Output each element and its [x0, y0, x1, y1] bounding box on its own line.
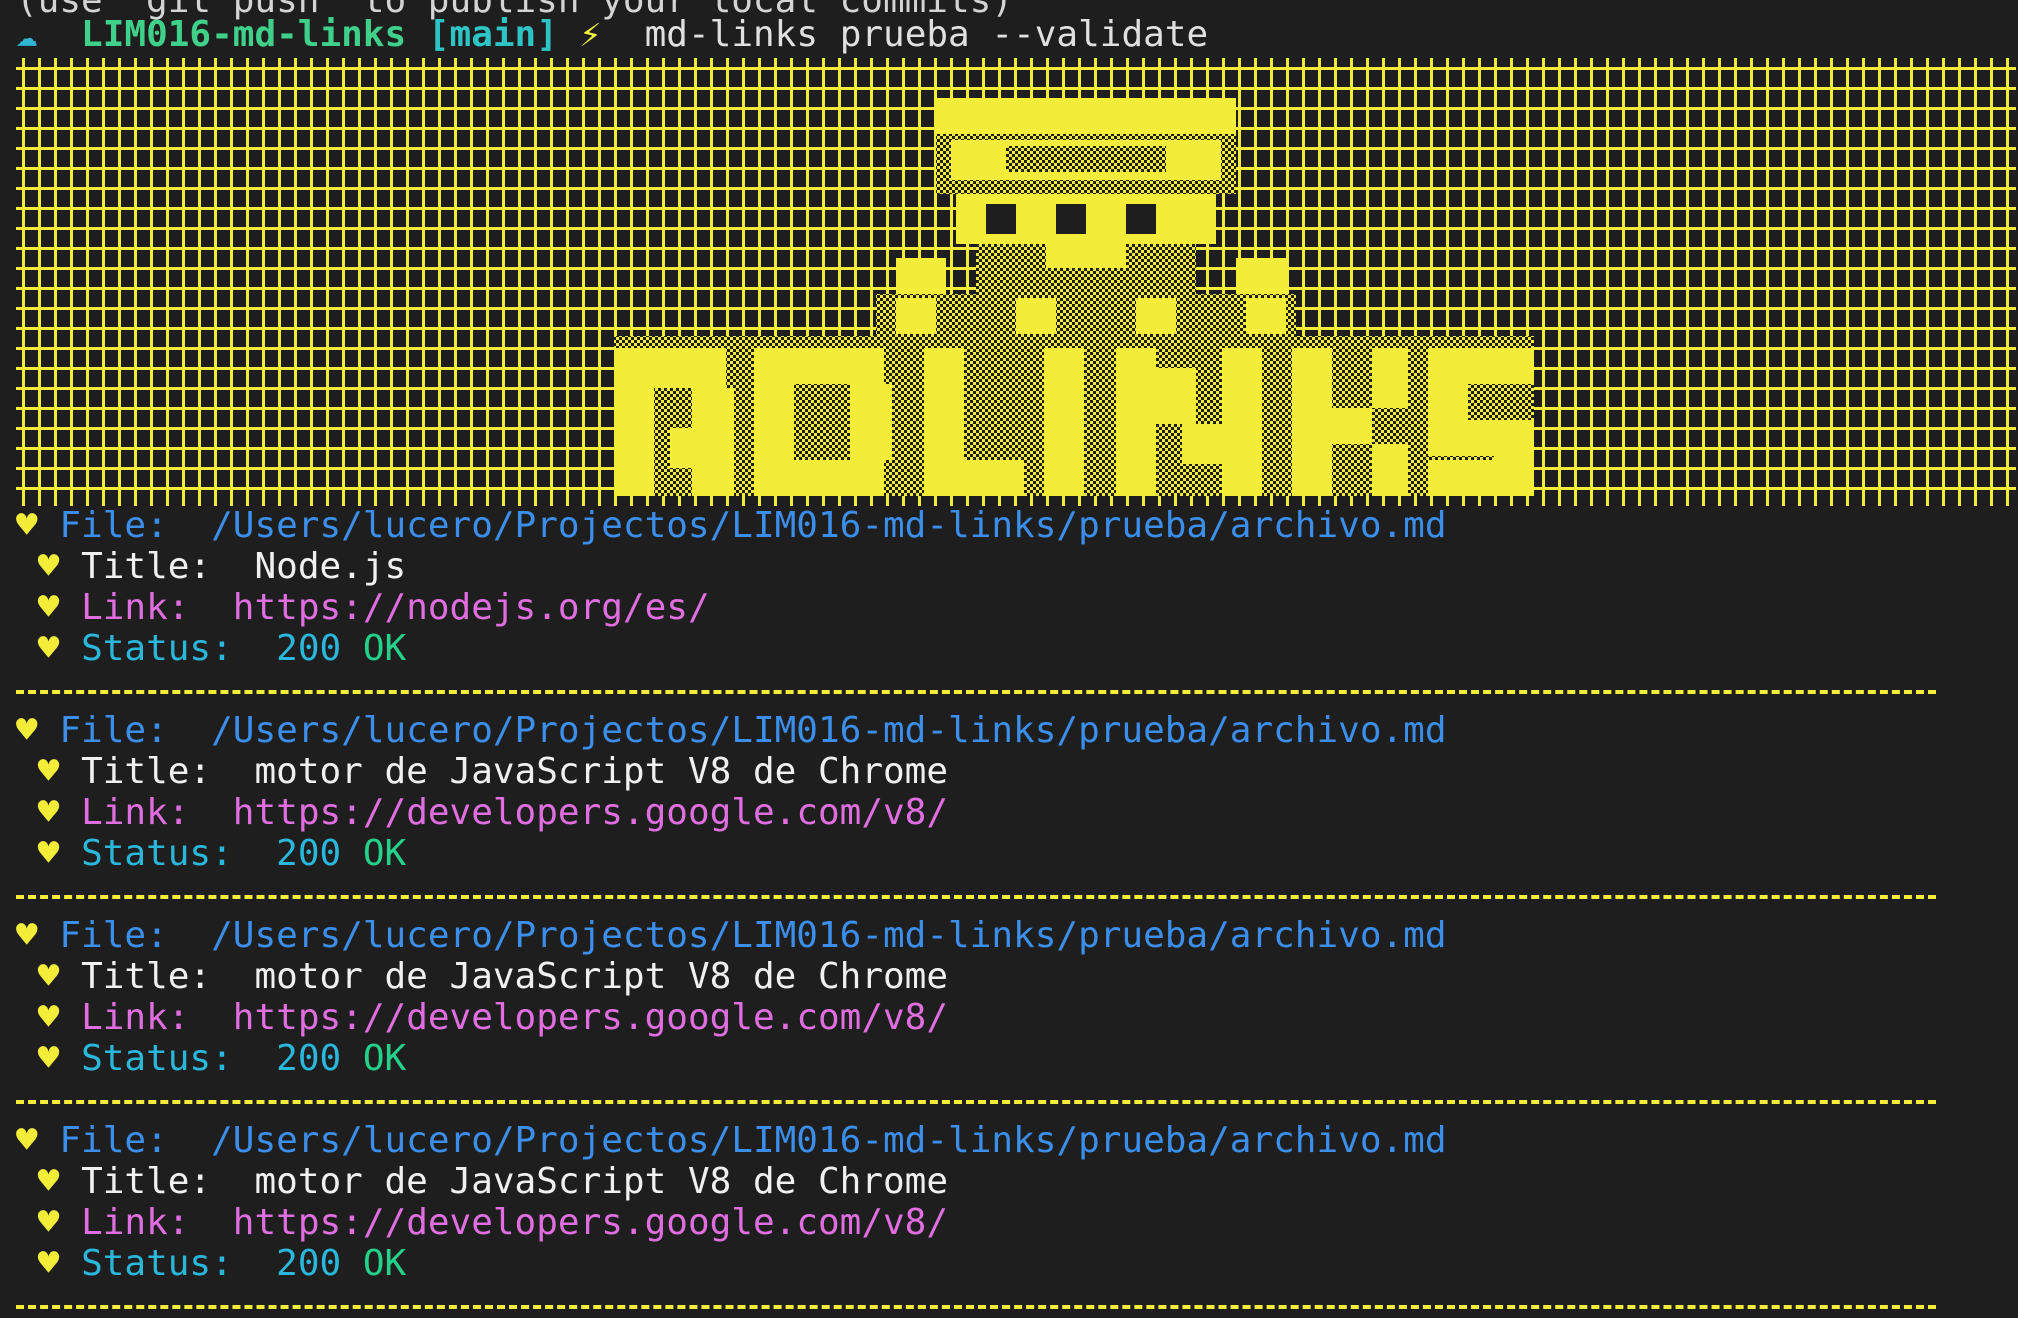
heart-icon: ♥: [37, 833, 60, 874]
title-value: Node.js: [254, 546, 407, 587]
link-label: Link:: [81, 1202, 190, 1243]
file-label: File:: [59, 505, 168, 546]
link-url[interactable]: https://developers.google.com/v8/: [233, 792, 948, 833]
result-title-line: ♥ Title: motor de JavaScript V8 de Chrom…: [16, 1161, 948, 1202]
result-file-line: ♥ File: /Users/lucero/Projectos/LIM016-m…: [16, 505, 1447, 546]
file-label: File:: [59, 915, 168, 956]
heart-icon: ♥: [37, 792, 60, 833]
status-text: OK: [362, 1243, 407, 1284]
heart-icon: ♥: [37, 956, 60, 997]
prompt-branch: [main]: [427, 14, 558, 55]
file-path[interactable]: /Users/lucero/Projectos/LIM016-md-links/…: [211, 915, 1446, 956]
status-code: 200: [276, 1038, 342, 1079]
dashed-separator: [16, 690, 1936, 694]
svg-text:MDLINKS: MDLINKS: [1074, 437, 1083, 439]
status-label: Status:: [81, 833, 233, 874]
result-file-line: ♥ File: /Users/lucero/Projectos/LIM016-m…: [16, 710, 1447, 751]
result-status-line: ♥ Status: 200 OK: [16, 628, 407, 669]
result-link-line: ♥ Link: https://developers.google.com/v8…: [16, 1202, 948, 1243]
result-file-line: ♥ File: /Users/lucero/Projectos/LIM016-m…: [16, 915, 1447, 956]
title-value: motor de JavaScript V8 de Chrome: [254, 1161, 949, 1202]
link-label: Link:: [81, 587, 190, 628]
cloud-icon: ☁: [16, 14, 38, 55]
status-label: Status:: [81, 1038, 233, 1079]
status-label: Status:: [81, 1243, 233, 1284]
status-text: OK: [362, 1038, 407, 1079]
result-status-line: ♥ Status: 200 OK: [16, 1243, 407, 1284]
banner-mdlinks-lettering: MDLINKS: [614, 336, 1534, 496]
result-title-line: ♥ Title: motor de JavaScript V8 de Chrom…: [16, 956, 948, 997]
heart-icon: ♥: [37, 1202, 60, 1243]
heart-icon: ♥: [37, 751, 60, 792]
title-value: motor de JavaScript V8 de Chrome: [254, 751, 949, 792]
file-path[interactable]: /Users/lucero/Projectos/LIM016-md-links/…: [211, 505, 1446, 546]
link-url[interactable]: https://developers.google.com/v8/: [233, 1202, 948, 1243]
title-value: motor de JavaScript V8 de Chrome: [254, 956, 949, 997]
heart-icon: ♥: [16, 915, 38, 956]
file-label: File:: [59, 1120, 168, 1161]
file-path[interactable]: /Users/lucero/Projectos/LIM016-md-links/…: [211, 1120, 1446, 1161]
result-link-line: ♥ Link: https://nodejs.org/es/: [16, 587, 710, 628]
link-label: Link:: [81, 792, 190, 833]
prompt-repo-name: LIM016-md-links: [81, 14, 407, 55]
result-title-line: ♥ Title: motor de JavaScript V8 de Chrom…: [16, 751, 948, 792]
link-url[interactable]: https://nodejs.org/es/: [233, 587, 710, 628]
dashed-separator: [16, 895, 1936, 899]
command-prompt[interactable]: ☁ LIM016-md-links [main] ⚡ md-links prue…: [16, 14, 1208, 55]
status-text: OK: [362, 833, 407, 874]
md-links-ascii-banner: MDLINKS: [16, 58, 2016, 506]
terminal-window[interactable]: (use "git push" to publish your local co…: [0, 0, 2018, 1318]
status-code: 200: [276, 833, 342, 874]
result-file-line: ♥ File: /Users/lucero/Projectos/LIM016-m…: [16, 1120, 1447, 1161]
dashed-separator: [16, 1305, 1936, 1309]
link-label: Link:: [81, 997, 190, 1038]
link-url[interactable]: https://developers.google.com/v8/: [233, 997, 948, 1038]
prompt-command: md-links prueba --validate: [644, 14, 1209, 55]
result-title-line: ♥ Title: Node.js: [16, 546, 407, 587]
dashed-separator: [16, 1100, 1936, 1104]
heart-icon: ♥: [37, 546, 60, 587]
heart-icon: ♥: [37, 628, 60, 669]
lightning-icon: ⚡: [579, 14, 602, 55]
result-link-line: ♥ Link: https://developers.google.com/v8…: [16, 792, 948, 833]
status-code: 200: [276, 1243, 342, 1284]
result-link-line: ♥ Link: https://developers.google.com/v8…: [16, 997, 948, 1038]
file-label: File:: [59, 710, 168, 751]
result-status-line: ♥ Status: 200 OK: [16, 833, 407, 874]
title-label: Title:: [81, 1161, 212, 1202]
heart-icon: ♥: [16, 1120, 38, 1161]
file-path[interactable]: /Users/lucero/Projectos/LIM016-md-links/…: [211, 710, 1446, 751]
status-label: Status:: [81, 628, 233, 669]
title-label: Title:: [81, 546, 212, 587]
heart-icon: ♥: [37, 1161, 60, 1202]
status-code: 200: [276, 628, 342, 669]
heart-icon: ♥: [37, 997, 60, 1038]
result-status-line: ♥ Status: 200 OK: [16, 1038, 407, 1079]
heart-icon: ♥: [37, 1243, 60, 1284]
status-text: OK: [362, 628, 407, 669]
heart-icon: ♥: [37, 587, 60, 628]
heart-icon: ♥: [16, 505, 38, 546]
heart-icon: ♥: [37, 1038, 60, 1079]
heart-icon: ♥: [16, 710, 38, 751]
title-label: Title:: [81, 956, 212, 997]
title-label: Title:: [81, 751, 212, 792]
